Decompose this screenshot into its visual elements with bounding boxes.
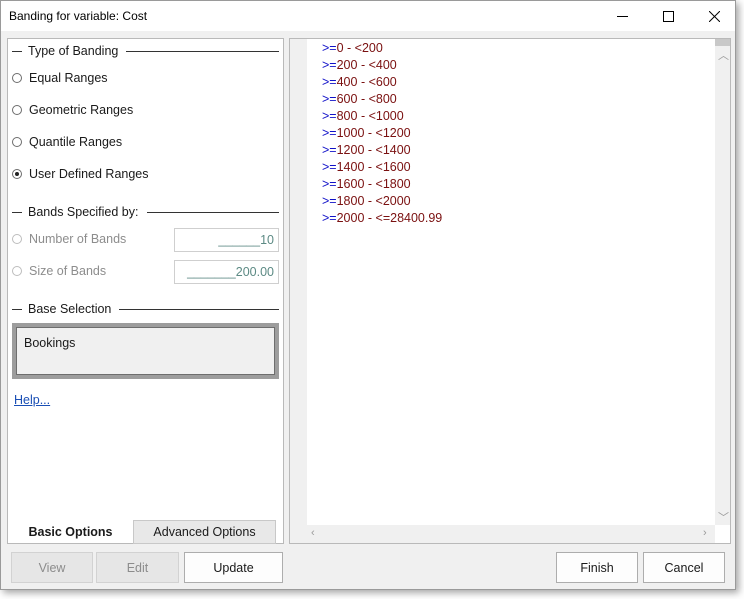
range-operator: >=: [322, 126, 337, 140]
range-line[interactable]: >=1400 - <1600: [322, 159, 442, 176]
update-button[interactable]: Update: [184, 552, 283, 583]
radio-button-selected[interactable]: [12, 169, 22, 179]
range-text: 600 - <800: [336, 92, 397, 106]
range-text: 1400 - <1600: [336, 160, 411, 174]
range-line[interactable]: >=1200 - <1400: [322, 142, 442, 159]
radio-user-defined-ranges[interactable]: User Defined Ranges: [12, 165, 149, 183]
range-operator: >=: [322, 194, 337, 208]
radio-button: [12, 266, 22, 276]
horizontal-scrollbar[interactable]: ‹ ›: [307, 525, 715, 543]
banding-dialog: Banding for variable: Cost Type of Bandi…: [0, 0, 736, 590]
radio-button[interactable]: [12, 105, 22, 115]
range-line[interactable]: >=0 - <200: [322, 40, 442, 57]
radio-label: Equal Ranges: [29, 71, 108, 85]
minimize-icon: [616, 15, 628, 17]
type-of-banding-label: Type of Banding: [28, 44, 119, 58]
radio-geometric-ranges[interactable]: Geometric Ranges: [12, 101, 133, 119]
bands-specified-header: Bands Specified by:: [12, 203, 279, 221]
maximize-button[interactable]: [645, 1, 691, 31]
vertical-scrollbar[interactable]: ︿ ﹀: [715, 39, 730, 525]
range-operator: >=: [322, 177, 337, 191]
radio-label: Number of Bands: [29, 232, 127, 246]
cancel-button[interactable]: Cancel: [643, 552, 725, 583]
range-text: 200 - <400: [336, 58, 397, 72]
tab-advanced-options[interactable]: Advanced Options: [133, 520, 276, 544]
finish-button[interactable]: Finish: [556, 552, 638, 583]
range-line[interactable]: >=1800 - <2000: [322, 193, 442, 210]
size-of-bands-field: _______200.00: [174, 260, 279, 284]
radio-button: [12, 234, 22, 244]
base-selection-header: Base Selection: [12, 300, 279, 318]
scroll-right-icon[interactable]: ›: [703, 527, 707, 539]
radio-label: Size of Bands: [29, 264, 107, 278]
view-button[interactable]: View: [11, 552, 93, 583]
close-button[interactable]: [691, 1, 737, 31]
range-line[interactable]: >=800 - <1000: [322, 108, 442, 125]
scroll-down-icon[interactable]: ﹀: [718, 509, 729, 525]
range-line[interactable]: >=200 - <400: [322, 57, 442, 74]
radio-equal-ranges[interactable]: Equal Ranges: [12, 69, 108, 87]
maximize-icon: [662, 10, 674, 22]
range-operator: >=: [322, 143, 337, 157]
range-line[interactable]: >=1000 - <1200: [322, 125, 442, 142]
range-line[interactable]: >=2000 - <=28400.99: [322, 210, 442, 227]
options-tabs: Basic Options Advanced Options: [7, 520, 284, 544]
minimize-button[interactable]: [599, 1, 645, 31]
radio-size-of-bands: Size of Bands: [12, 262, 106, 280]
scroll-thumb[interactable]: [715, 39, 730, 46]
radio-label: User Defined Ranges: [29, 167, 149, 181]
scroll-up-icon[interactable]: ︿: [718, 47, 729, 63]
options-panel: Type of Banding Equal Ranges Geometric R…: [7, 38, 284, 544]
scroll-left-icon[interactable]: ‹: [311, 527, 315, 539]
range-operator: >=: [322, 75, 337, 89]
base-selection-label: Base Selection: [28, 302, 112, 316]
editor-gutter: [290, 39, 307, 543]
help-link[interactable]: Help...: [14, 393, 50, 407]
radio-button[interactable]: [12, 137, 22, 147]
range-operator: >=: [322, 160, 337, 174]
radio-button[interactable]: [12, 73, 22, 83]
ranges-list[interactable]: >=0 - <200 >=200 - <400 >=400 - <600 >=600 …: [322, 40, 442, 227]
range-text: 800 - <1000: [336, 109, 404, 123]
ranges-editor[interactable]: >=0 - <200 >=200 - <400 >=400 - <600 >=600 …: [289, 38, 731, 544]
radio-number-of-bands: Number of Bands: [12, 230, 126, 248]
range-text: 1200 - <1400: [336, 143, 411, 157]
range-operator: >=: [322, 58, 337, 72]
range-text: 0 - <200: [336, 41, 383, 55]
range-text: 2000 - <=28400.99: [336, 211, 443, 225]
range-line[interactable]: >=1600 - <1800: [322, 176, 442, 193]
radio-label: Geometric Ranges: [29, 103, 134, 117]
radio-label: Quantile Ranges: [29, 135, 123, 149]
title-bar[interactable]: Banding for variable: Cost: [1, 1, 735, 31]
range-operator: >=: [322, 92, 337, 106]
range-line[interactable]: >=600 - <800: [322, 91, 442, 108]
range-line[interactable]: >=400 - <600: [322, 74, 442, 91]
tab-basic-options[interactable]: Basic Options: [7, 520, 133, 544]
edit-button[interactable]: Edit: [96, 552, 179, 583]
range-operator: >=: [322, 41, 337, 55]
range-text: 400 - <600: [336, 75, 397, 89]
range-operator: >=: [322, 211, 337, 225]
type-of-banding-header: Type of Banding: [12, 42, 279, 60]
number-of-bands-field: ______10: [174, 228, 279, 252]
range-text: 1000 - <1200: [336, 126, 411, 140]
window-title: Banding for variable: Cost: [9, 9, 148, 23]
radio-quantile-ranges[interactable]: Quantile Ranges: [12, 133, 122, 151]
range-operator: >=: [322, 109, 337, 123]
range-text: 1600 - <1800: [336, 177, 411, 191]
range-text: 1800 - <2000: [336, 194, 411, 208]
base-selection-box[interactable]: Bookings: [12, 323, 279, 379]
bands-specified-label: Bands Specified by:: [28, 205, 139, 219]
close-icon: [708, 10, 720, 22]
base-selection-value[interactable]: Bookings: [16, 327, 275, 375]
